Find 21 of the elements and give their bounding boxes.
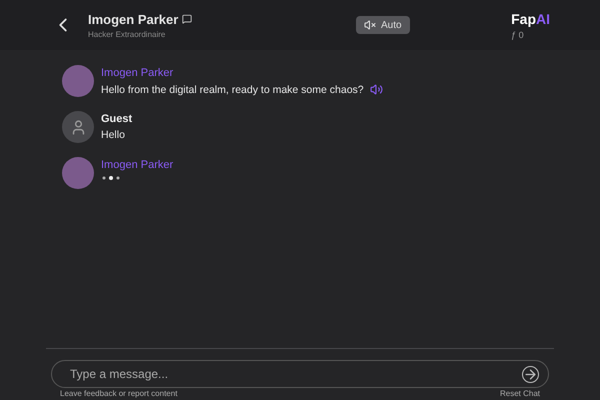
character-name: Imogen Parker	[88, 12, 178, 26]
message-input-field[interactable]: Type a message...	[68, 366, 522, 382]
auto-voice-button[interactable]: Auto	[356, 16, 410, 34]
muted-speaker-icon	[364, 19, 376, 31]
balance: ƒ 0	[511, 30, 525, 40]
sender-name: Guest	[101, 113, 132, 125]
photo-placeholder	[62, 157, 94, 189]
send-button[interactable]	[522, 366, 539, 382]
sender-name: Imogen Parker	[101, 67, 174, 79]
reset-chat-link[interactable]: Reset Chat	[500, 389, 540, 398]
message-field[interactable]: Type a message...	[51, 360, 549, 388]
photo-placeholder	[62, 65, 94, 97]
sender-name: Imogen Parker	[101, 159, 174, 171]
speaker-icon[interactable]	[370, 83, 383, 96]
feedback-link[interactable]: Leave feedback or report content	[60, 389, 178, 398]
user-avatar	[62, 111, 94, 143]
message-text: Hello from the digital realm, ready to make some chaos?	[101, 84, 364, 96]
character-subtitle: Hacker Extraordinaire	[88, 30, 166, 38]
logo: FapAI	[511, 10, 550, 26]
message-text: Hello	[101, 129, 125, 141]
speech-bubble-icon	[182, 14, 192, 24]
